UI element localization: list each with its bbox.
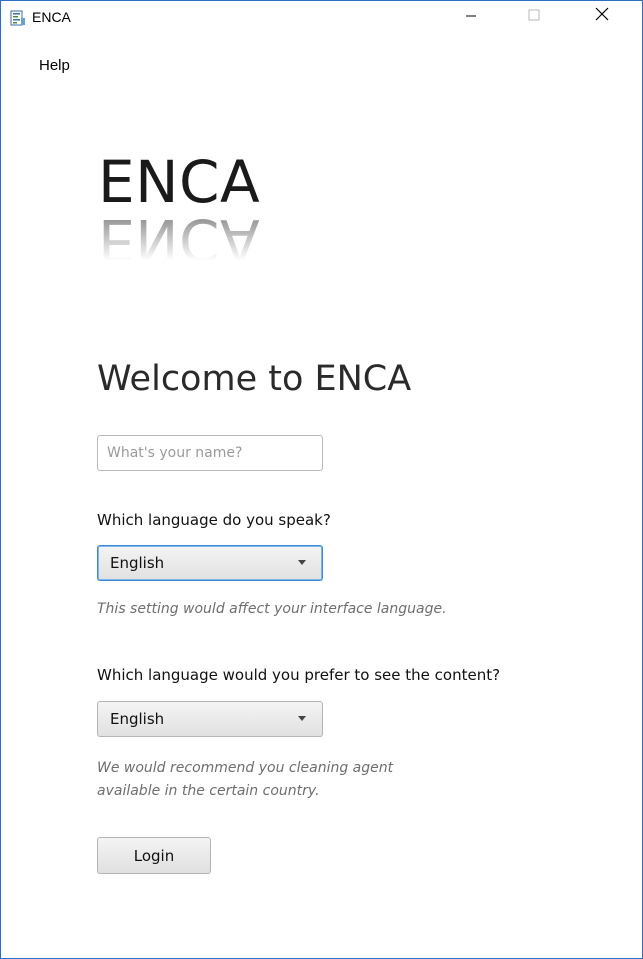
app-window: ENCA Help ENCA ENCA Welcome to ENCA What… [0, 0, 643, 959]
window-title: ENCA [32, 9, 71, 25]
chevron-down-icon [298, 560, 306, 565]
interface-language-label: Which language do you speak? [97, 511, 331, 529]
content-language-hint-line2: available in the certain country. [97, 783, 320, 799]
content-language-hint-line1: We would recommend you cleaning agent [97, 760, 394, 776]
content-language-value: English [110, 710, 165, 728]
name-input[interactable] [97, 435, 323, 471]
chevron-down-icon [298, 716, 306, 721]
title-bar[interactable]: ENCA [1, 1, 642, 32]
interface-language-hint: This setting would affect your interface… [97, 601, 447, 617]
close-icon [594, 6, 610, 27]
minimize-button[interactable] [448, 1, 494, 32]
menu-bar: Help [1, 53, 642, 79]
maximize-icon [528, 8, 540, 26]
logo-reflection: ENCA [98, 211, 260, 261]
logo-text: ENCA [98, 148, 261, 216]
content-language-label: Which language would you prefer to see t… [97, 666, 501, 684]
content-language-hint: We would recommend you cleaning agent av… [97, 757, 393, 803]
close-button[interactable] [579, 1, 625, 32]
interface-language-value: English [110, 554, 165, 572]
menu-help[interactable]: Help [39, 57, 70, 74]
enca-logo: ENCA ENCA [98, 148, 358, 261]
logo-reflection-text: ENCA [98, 211, 261, 261]
interface-language-select[interactable]: English [97, 545, 323, 581]
login-button[interactable]: Login [97, 837, 211, 874]
maximize-button[interactable] [511, 1, 557, 32]
app-icon [10, 10, 26, 26]
minimize-icon [465, 8, 477, 26]
content-language-select[interactable]: English [97, 701, 323, 737]
welcome-heading: Welcome to ENCA [97, 359, 412, 399]
